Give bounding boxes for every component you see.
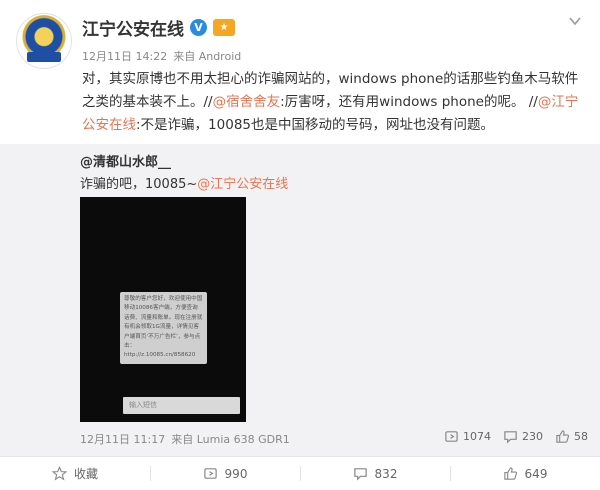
mention-link[interactable]: @江宁公安在线 <box>197 177 288 192</box>
star-icon <box>51 466 67 481</box>
repost-meta: 12月11日 11:17 来自 Lumia 638 GDR1 <box>80 431 290 447</box>
avatar-emblem-band <box>27 52 61 62</box>
repost-text: 诈骗的吧，10085~@江宁公安在线 <box>80 173 288 192</box>
comment-button[interactable]: 832 <box>300 457 450 490</box>
author-avatar[interactable] <box>16 13 72 69</box>
repost-author[interactable]: @清都山水郎__ <box>80 151 171 170</box>
comment-icon <box>353 468 367 481</box>
repost-like-count: 58 <box>574 430 588 443</box>
chevron-down-icon[interactable] <box>568 14 582 28</box>
gov-badge-icon: ★ <box>213 18 235 36</box>
comment-count: 832 <box>374 466 398 481</box>
forward-icon <box>203 468 217 479</box>
comment-icon <box>504 431 517 444</box>
mention-link[interactable]: @宿舍舍友 <box>213 94 281 110</box>
post-content: 对，其实原博也不用太担心的诈骗网站的，windows phone的话那些钓鱼木马… <box>82 68 588 137</box>
author-row: 江宁公安在线 V ★ <box>82 14 235 40</box>
verified-icon: V <box>190 18 207 36</box>
like-button[interactable]: 649 <box>450 457 600 490</box>
sms-input-bar: 输入短信 <box>123 397 240 414</box>
repost-button[interactable]: 990 <box>150 457 300 490</box>
forward-icon <box>445 431 458 442</box>
repost-stats: 1074 230 58 <box>444 429 588 444</box>
repost-comment-count: 230 <box>522 430 543 443</box>
action-bar: 收藏 990 832 649 <box>0 456 600 490</box>
thumbs-up-icon <box>556 430 570 443</box>
repost-card[interactable]: @清都山水郎__ 诈骗的吧，10085~@江宁公安在线 尊敬的客户您好，欢迎使用… <box>0 144 600 456</box>
post-date[interactable]: 12月11日 14:22 <box>82 48 167 64</box>
post-source: Android <box>198 50 242 63</box>
content-text-2: :厉害呀，还有用windows phone的呢。 // <box>280 94 538 110</box>
repost-screenshot[interactable]: 尊敬的客户您好，欢迎使用中国移动10086客户端，方便查询话费、流量和账单。现在… <box>80 197 246 422</box>
repost-forward-stat[interactable]: 1074 <box>444 429 491 444</box>
post-meta: 12月11日 14:22 来自 Android <box>82 48 241 64</box>
repost-forward-count: 1074 <box>463 430 491 443</box>
content-text-3: :不是诈骗，10085也是中国移动的号码，网址也没有问题。 <box>136 117 494 133</box>
repost-count: 990 <box>224 466 248 481</box>
like-count: 649 <box>524 466 548 481</box>
repost-comment-stat[interactable]: 230 <box>503 429 543 444</box>
favorite-label: 收藏 <box>73 467 98 481</box>
source-prefix: 来自 <box>171 433 194 446</box>
repost-date[interactable]: 12月11日 11:17 <box>80 431 165 447</box>
thumbs-up-icon <box>503 467 517 480</box>
repost-source: Lumia 638 GDR1 <box>196 433 290 446</box>
repost-text-body: 诈骗的吧，10085~ <box>80 177 198 192</box>
favorite-button[interactable]: 收藏 <box>0 457 150 490</box>
repost-like-stat[interactable]: 58 <box>555 429 588 444</box>
sms-bubble: 尊敬的客户您好，欢迎使用中国移动10086客户端，方便查询话费、流量和账单。现在… <box>120 292 207 364</box>
source-prefix: 来自 <box>173 50 196 63</box>
author-name[interactable]: 江宁公安在线 <box>82 15 184 40</box>
